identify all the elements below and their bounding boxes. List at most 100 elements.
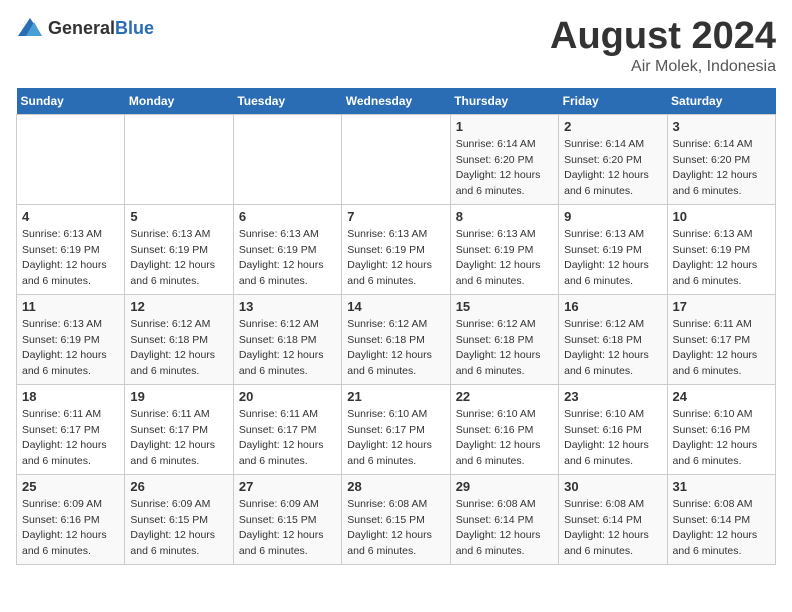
calendar-cell: 18Sunrise: 6:11 AM Sunset: 6:17 PM Dayli…	[17, 384, 125, 474]
day-number: 27	[239, 479, 336, 494]
day-header-thursday: Thursday	[450, 88, 558, 115]
calendar-cell: 3 Sunrise: 6:14 AM Sunset: 6:20 PM Daylig…	[667, 114, 775, 204]
calendar-cell: 4 Sunrise: 6:13 AM Sunset: 6:19 PM Daylig…	[17, 204, 125, 294]
day-info: Sunrise: 6:13 AM Sunset: 6:19 PM Dayligh…	[22, 317, 119, 380]
day-info: Sunrise: 6:11 AM Sunset: 6:17 PM Dayligh…	[22, 407, 119, 470]
calendar-week-row: 25 Sunrise: 6:09 AM Sunset: 6:16 PM Dayli…	[17, 474, 776, 564]
day-info: Sunrise: 6:11 AM Sunset: 6:17 PM Dayligh…	[130, 407, 227, 470]
day-number: 3	[673, 119, 770, 134]
day-info: Sunrise: 6:08 AM Sunset: 6:14 PM Dayligh…	[564, 497, 661, 560]
calendar-cell: 21 Sunrise: 6:10 AM Sunset: 6:17 PM Dayli…	[342, 384, 450, 474]
day-number: 5	[130, 209, 227, 224]
calendar-week-row: 11 Sunrise: 6:13 AM Sunset: 6:19 PM Dayli…	[17, 294, 776, 384]
day-number: 13	[239, 299, 336, 314]
calendar-cell: 27 Sunrise: 6:09 AM Sunset: 6:15 PM Dayli…	[233, 474, 341, 564]
day-number: 12	[130, 299, 227, 314]
day-info: Sunrise: 6:12 AM Sunset: 6:18 PM Dayligh…	[564, 317, 661, 380]
day-info: Sunrise: 6:12 AM Sunset: 6:18 PM Dayligh…	[347, 317, 444, 380]
calendar-cell: 16Sunrise: 6:12 AM Sunset: 6:18 PM Dayli…	[559, 294, 667, 384]
day-info: Sunrise: 6:13 AM Sunset: 6:19 PM Dayligh…	[22, 227, 119, 290]
calendar-cell: 17 Sunrise: 6:11 AM Sunset: 6:17 PM Dayli…	[667, 294, 775, 384]
calendar-cell: 6 Sunrise: 6:13 AM Sunset: 6:19 PM Daylig…	[233, 204, 341, 294]
logo-icon	[16, 16, 44, 40]
day-number: 26	[130, 479, 227, 494]
calendar-table: SundayMondayTuesdayWednesdayThursdayFrid…	[16, 88, 776, 565]
day-info: Sunrise: 6:13 AM Sunset: 6:19 PM Dayligh…	[130, 227, 227, 290]
day-info: Sunrise: 6:14 AM Sunset: 6:20 PM Dayligh…	[456, 137, 553, 200]
day-info: Sunrise: 6:08 AM Sunset: 6:15 PM Dayligh…	[347, 497, 444, 560]
calendar-cell: 12 Sunrise: 6:12 AM Sunset: 6:18 PM Dayli…	[125, 294, 233, 384]
day-info: Sunrise: 6:13 AM Sunset: 6:19 PM Dayligh…	[673, 227, 770, 290]
day-number: 29	[456, 479, 553, 494]
day-info: Sunrise: 6:12 AM Sunset: 6:18 PM Dayligh…	[456, 317, 553, 380]
calendar-cell	[17, 114, 125, 204]
day-info: Sunrise: 6:14 AM Sunset: 6:20 PM Dayligh…	[564, 137, 661, 200]
day-header-saturday: Saturday	[667, 88, 775, 115]
day-info: Sunrise: 6:13 AM Sunset: 6:19 PM Dayligh…	[456, 227, 553, 290]
calendar-cell: 25 Sunrise: 6:09 AM Sunset: 6:16 PM Dayli…	[17, 474, 125, 564]
day-number: 11	[22, 299, 119, 314]
day-number: 19	[130, 389, 227, 404]
day-number: 20	[239, 389, 336, 404]
day-info: Sunrise: 6:12 AM Sunset: 6:18 PM Dayligh…	[130, 317, 227, 380]
day-info: Sunrise: 6:10 AM Sunset: 6:16 PM Dayligh…	[673, 407, 770, 470]
calendar-cell: 19 Sunrise: 6:11 AM Sunset: 6:17 PM Dayli…	[125, 384, 233, 474]
day-number: 17	[673, 299, 770, 314]
calendar-header-row: SundayMondayTuesdayWednesdayThursdayFrid…	[17, 88, 776, 115]
day-info: Sunrise: 6:09 AM Sunset: 6:15 PM Dayligh…	[239, 497, 336, 560]
day-info: Sunrise: 6:08 AM Sunset: 6:14 PM Dayligh…	[673, 497, 770, 560]
day-header-friday: Friday	[559, 88, 667, 115]
calendar-cell: 5 Sunrise: 6:13 AM Sunset: 6:19 PM Daylig…	[125, 204, 233, 294]
day-info: Sunrise: 6:09 AM Sunset: 6:15 PM Dayligh…	[130, 497, 227, 560]
logo-text-blue: Blue	[115, 18, 154, 38]
calendar-cell: 26 Sunrise: 6:09 AM Sunset: 6:15 PM Dayli…	[125, 474, 233, 564]
calendar-cell: 29Sunrise: 6:08 AM Sunset: 6:14 PM Dayli…	[450, 474, 558, 564]
calendar-cell: 10Sunrise: 6:13 AM Sunset: 6:19 PM Dayli…	[667, 204, 775, 294]
day-number: 28	[347, 479, 444, 494]
day-header-wednesday: Wednesday	[342, 88, 450, 115]
title-block: August 2024 Air Molek, Indonesia	[550, 16, 776, 76]
calendar-cell: 7Sunrise: 6:13 AM Sunset: 6:19 PM Daylig…	[342, 204, 450, 294]
calendar-cell: 8 Sunrise: 6:13 AM Sunset: 6:19 PM Daylig…	[450, 204, 558, 294]
day-number: 6	[239, 209, 336, 224]
day-info: Sunrise: 6:10 AM Sunset: 6:17 PM Dayligh…	[347, 407, 444, 470]
day-info: Sunrise: 6:09 AM Sunset: 6:16 PM Dayligh…	[22, 497, 119, 560]
calendar-cell: 28 Sunrise: 6:08 AM Sunset: 6:15 PM Dayli…	[342, 474, 450, 564]
calendar-cell: 23 Sunrise: 6:10 AM Sunset: 6:16 PM Dayli…	[559, 384, 667, 474]
day-info: Sunrise: 6:10 AM Sunset: 6:16 PM Dayligh…	[456, 407, 553, 470]
calendar-cell: 11 Sunrise: 6:13 AM Sunset: 6:19 PM Dayli…	[17, 294, 125, 384]
day-number: 1	[456, 119, 553, 134]
page-header: GeneralBlue August 2024 Air Molek, Indon…	[16, 16, 776, 76]
day-header-tuesday: Tuesday	[233, 88, 341, 115]
calendar-cell: 20 Sunrise: 6:11 AM Sunset: 6:17 PM Dayli…	[233, 384, 341, 474]
day-number: 15	[456, 299, 553, 314]
logo: GeneralBlue	[16, 16, 154, 40]
calendar-week-row: 18Sunrise: 6:11 AM Sunset: 6:17 PM Dayli…	[17, 384, 776, 474]
calendar-cell: 13Sunrise: 6:12 AM Sunset: 6:18 PM Dayli…	[233, 294, 341, 384]
calendar-week-row: 1 Sunrise: 6:14 AM Sunset: 6:20 PM Daylig…	[17, 114, 776, 204]
day-info: Sunrise: 6:14 AM Sunset: 6:20 PM Dayligh…	[673, 137, 770, 200]
page-subtitle: Air Molek, Indonesia	[550, 58, 776, 76]
day-number: 31	[673, 479, 770, 494]
calendar-cell: 24 Sunrise: 6:10 AM Sunset: 6:16 PM Dayli…	[667, 384, 775, 474]
day-number: 23	[564, 389, 661, 404]
day-info: Sunrise: 6:13 AM Sunset: 6:19 PM Dayligh…	[239, 227, 336, 290]
day-number: 2	[564, 119, 661, 134]
day-info: Sunrise: 6:13 AM Sunset: 6:19 PM Dayligh…	[347, 227, 444, 290]
day-header-sunday: Sunday	[17, 88, 125, 115]
calendar-cell	[342, 114, 450, 204]
calendar-cell: 30Sunrise: 6:08 AM Sunset: 6:14 PM Dayli…	[559, 474, 667, 564]
day-number: 24	[673, 389, 770, 404]
day-info: Sunrise: 6:10 AM Sunset: 6:16 PM Dayligh…	[564, 407, 661, 470]
calendar-cell: 15 Sunrise: 6:12 AM Sunset: 6:18 PM Dayli…	[450, 294, 558, 384]
day-info: Sunrise: 6:11 AM Sunset: 6:17 PM Dayligh…	[239, 407, 336, 470]
day-number: 21	[347, 389, 444, 404]
day-number: 25	[22, 479, 119, 494]
calendar-cell: 31 Sunrise: 6:08 AM Sunset: 6:14 PM Dayli…	[667, 474, 775, 564]
day-number: 4	[22, 209, 119, 224]
day-info: Sunrise: 6:13 AM Sunset: 6:19 PM Dayligh…	[564, 227, 661, 290]
day-number: 22	[456, 389, 553, 404]
day-number: 8	[456, 209, 553, 224]
day-info: Sunrise: 6:11 AM Sunset: 6:17 PM Dayligh…	[673, 317, 770, 380]
calendar-cell	[125, 114, 233, 204]
